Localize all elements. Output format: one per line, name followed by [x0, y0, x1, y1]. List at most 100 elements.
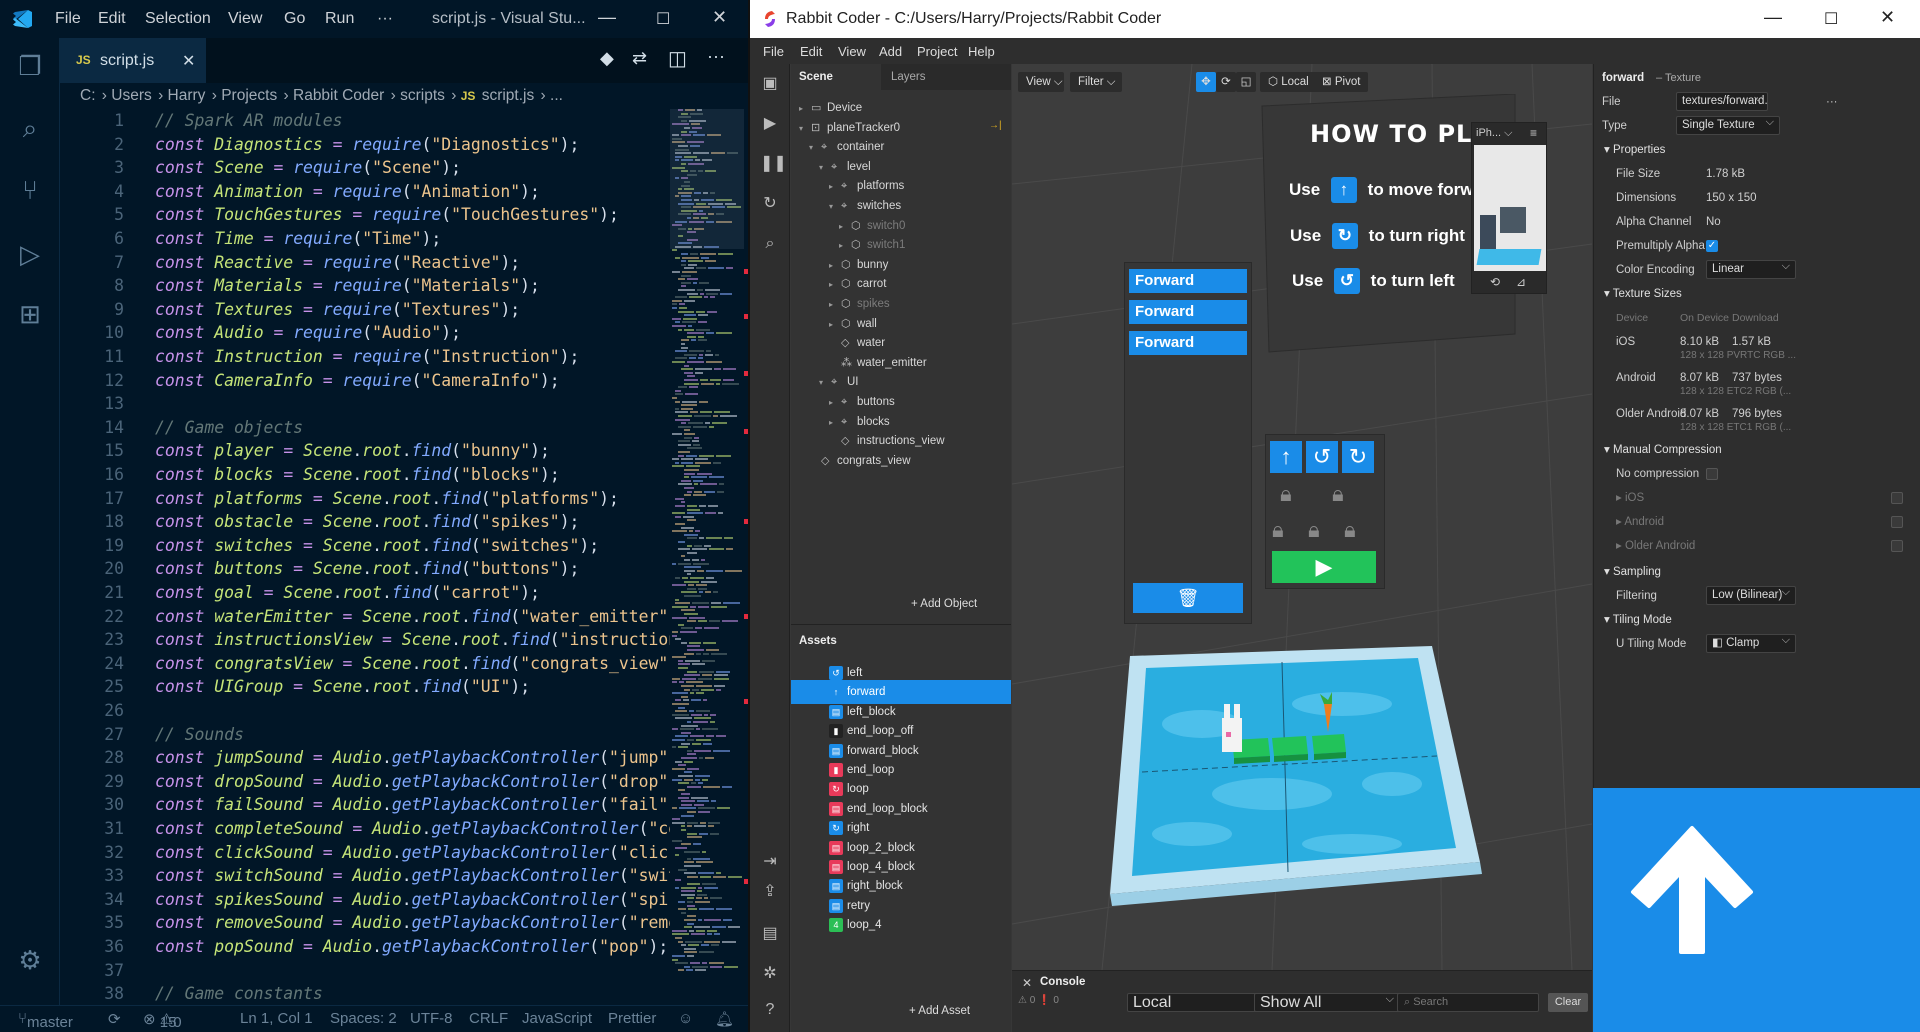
close-icon[interactable]: ✕: [712, 7, 727, 28]
breadcrumb-item[interactable]: Projects: [221, 87, 277, 104]
debug-icon[interactable]: ✲: [760, 964, 780, 984]
breadcrumb-item[interactable]: Rabbit Coder: [293, 87, 384, 104]
console-close-icon[interactable]: ✕: [1022, 976, 1032, 990]
asset-item[interactable]: 4 loop_4: [791, 913, 1011, 937]
code-block-forward[interactable]: Forward: [1129, 269, 1247, 293]
source-control-icon[interactable]: ⑂: [14, 174, 46, 206]
file-path-field[interactable]: textures/forward.png: [1676, 92, 1768, 111]
breadcrumb-item[interactable]: scripts: [400, 87, 445, 104]
menu-file[interactable]: File: [55, 10, 81, 28]
rotate-tool-icon[interactable]: ⟳: [1216, 72, 1236, 92]
settings-gear-icon[interactable]: ⚙: [14, 944, 46, 976]
minimap[interactable]: [670, 109, 748, 1004]
more-actions-icon[interactable]: ···: [707, 46, 725, 67]
manual-ios-row[interactable]: ▸ iOS: [1594, 486, 1920, 510]
tab-close-icon[interactable]: ✕: [182, 51, 195, 71]
scene-tree-item[interactable]: ◇ congrats_view: [809, 449, 911, 473]
tab-script-js[interactable]: JS script.js ✕: [60, 38, 206, 83]
menu-edit[interactable]: Edit: [98, 10, 126, 28]
sampling-section[interactable]: ▾ Sampling: [1594, 560, 1920, 584]
send-to-device-icon[interactable]: ⇥: [760, 852, 780, 872]
delete-block-button[interactable]: 🗑︎: [1133, 583, 1243, 613]
minimize-icon[interactable]: —: [1764, 7, 1782, 28]
rotate-device-icon[interactable]: ⟲: [1490, 275, 1500, 289]
premultiply-checkbox[interactable]: ✓: [1706, 240, 1718, 252]
filtering-select[interactable]: Low (Bilinear): [1706, 584, 1796, 605]
manual-older-android-row[interactable]: ▸ Older Android: [1594, 534, 1920, 558]
eol[interactable]: CRLF: [469, 1010, 508, 1027]
breadcrumb-item[interactable]: script.js: [482, 87, 535, 104]
help-icon[interactable]: ?: [760, 1000, 780, 1020]
breadcrumb-item[interactable]: C:: [80, 87, 96, 104]
breadcrumb-item[interactable]: Users: [111, 87, 151, 104]
console-level-select[interactable]: Show All: [1254, 991, 1400, 1012]
turn-right-button-icon[interactable]: ↻: [1342, 441, 1374, 473]
close-icon[interactable]: ✕: [1880, 7, 1895, 28]
add-asset-button[interactable]: + Add Asset: [909, 1005, 970, 1017]
library-icon[interactable]: ▤: [760, 924, 780, 944]
no-compression-checkbox[interactable]: [1706, 468, 1718, 480]
warning-status[interactable]: ⚠ 0 ❗ 0: [1018, 995, 1059, 1006]
code-editor[interactable]: 1 // Spark AR modules 2 const Diagnostics =…: [60, 109, 670, 1004]
texture-sizes-section[interactable]: ▾ Texture Sizes: [1594, 282, 1920, 306]
device-select[interactable]: iPh... ⌵: [1476, 127, 1512, 140]
properties-section[interactable]: ▾ Properties: [1594, 138, 1920, 162]
breadcrumb-item[interactable]: Harry: [168, 87, 206, 104]
menu-run[interactable]: Run: [325, 10, 354, 28]
code-block-forward[interactable]: Forward: [1129, 300, 1247, 324]
indentation[interactable]: Spaces: 2: [330, 1010, 397, 1027]
notifications-icon[interactable]: 🔔︎: [715, 1010, 734, 1028]
search-icon[interactable]: ⌕: [14, 112, 46, 144]
menu-view[interactable]: View: [838, 44, 866, 59]
u-tiling-select[interactable]: ◧ Clamp: [1706, 632, 1796, 653]
console-source-select[interactable]: Local: [1127, 991, 1272, 1012]
play-button-icon[interactable]: ▶: [1272, 551, 1376, 583]
sync-icon[interactable]: ⟳: [108, 1010, 121, 1028]
add-object-button[interactable]: + Add Object: [911, 598, 977, 610]
video-icon[interactable]: ▶︎: [760, 114, 780, 134]
simulator-menu-icon[interactable]: ≡: [1530, 126, 1537, 140]
problems-status[interactable]: ⊗ 15 ⚠ 0: [143, 1010, 182, 1031]
split-editor-icon[interactable]: ◫: [668, 46, 687, 71]
clear-button[interactable]: Clear: [1548, 993, 1588, 1012]
layout-icon[interactable]: ▣: [760, 74, 780, 94]
menu-more[interactable]: ···: [377, 10, 393, 28]
device-simulator[interactable]: iPh... ⌵ ≡ ⟲ ⊿: [1471, 122, 1547, 294]
tab-scene[interactable]: Scene: [791, 64, 881, 90]
console-search-input[interactable]: ⌕ Search: [1397, 993, 1539, 1012]
language-mode[interactable]: JavaScript: [522, 1010, 592, 1027]
run-debug-icon[interactable]: ▷: [14, 238, 46, 270]
tiling-section[interactable]: ▾ Tiling Mode: [1594, 608, 1920, 632]
encoding[interactable]: UTF-8: [410, 1010, 453, 1027]
manual-android-row[interactable]: ▸ Android: [1594, 510, 1920, 534]
manual-compression-section[interactable]: ▾ Manual Compression: [1594, 438, 1920, 462]
menu-edit[interactable]: Edit: [800, 44, 822, 59]
scene-viewport[interactable]: HOW TO PLAY Use ↑ to move forward Use ↻ …: [1012, 64, 1592, 970]
scale-tool-icon[interactable]: ◱: [1236, 72, 1256, 92]
branch-status[interactable]: ⑂ master: [18, 1010, 73, 1031]
menu-file[interactable]: File: [763, 44, 784, 59]
zoom-icon[interactable]: ⌕: [760, 234, 780, 254]
orientation-icon[interactable]: ⊿: [1516, 275, 1526, 289]
forward-button-icon[interactable]: ↑: [1270, 441, 1302, 473]
minimize-icon[interactable]: —: [598, 7, 616, 28]
menu-project[interactable]: Project: [917, 44, 957, 59]
texture-type-select[interactable]: Single Texture: [1676, 114, 1780, 135]
move-tool-icon[interactable]: ✥: [1196, 72, 1216, 92]
maximize-icon[interactable]: ☐: [656, 9, 670, 29]
manual-older-android-checkbox[interactable]: [1891, 540, 1903, 552]
encoding-select[interactable]: Linear: [1706, 258, 1796, 279]
compare-icon[interactable]: ⇄: [632, 48, 647, 69]
open-changes-icon[interactable]: ◆: [600, 48, 614, 69]
menu-go[interactable]: Go: [284, 10, 305, 28]
extensions-icon[interactable]: ⊞: [14, 298, 46, 330]
menu-help[interactable]: Help: [968, 44, 995, 59]
manual-android-checkbox[interactable]: [1891, 516, 1903, 528]
restart-icon[interactable]: ↻: [760, 194, 780, 214]
pin-icon[interactable]: →|: [989, 120, 1002, 131]
menu-view[interactable]: View: [228, 10, 262, 28]
filter-dropdown[interactable]: Filter ⌵: [1070, 72, 1122, 92]
turn-left-button-icon[interactable]: ↺: [1306, 441, 1338, 473]
manual-ios-checkbox[interactable]: [1891, 492, 1903, 504]
view-dropdown[interactable]: View ⌵: [1018, 72, 1064, 92]
